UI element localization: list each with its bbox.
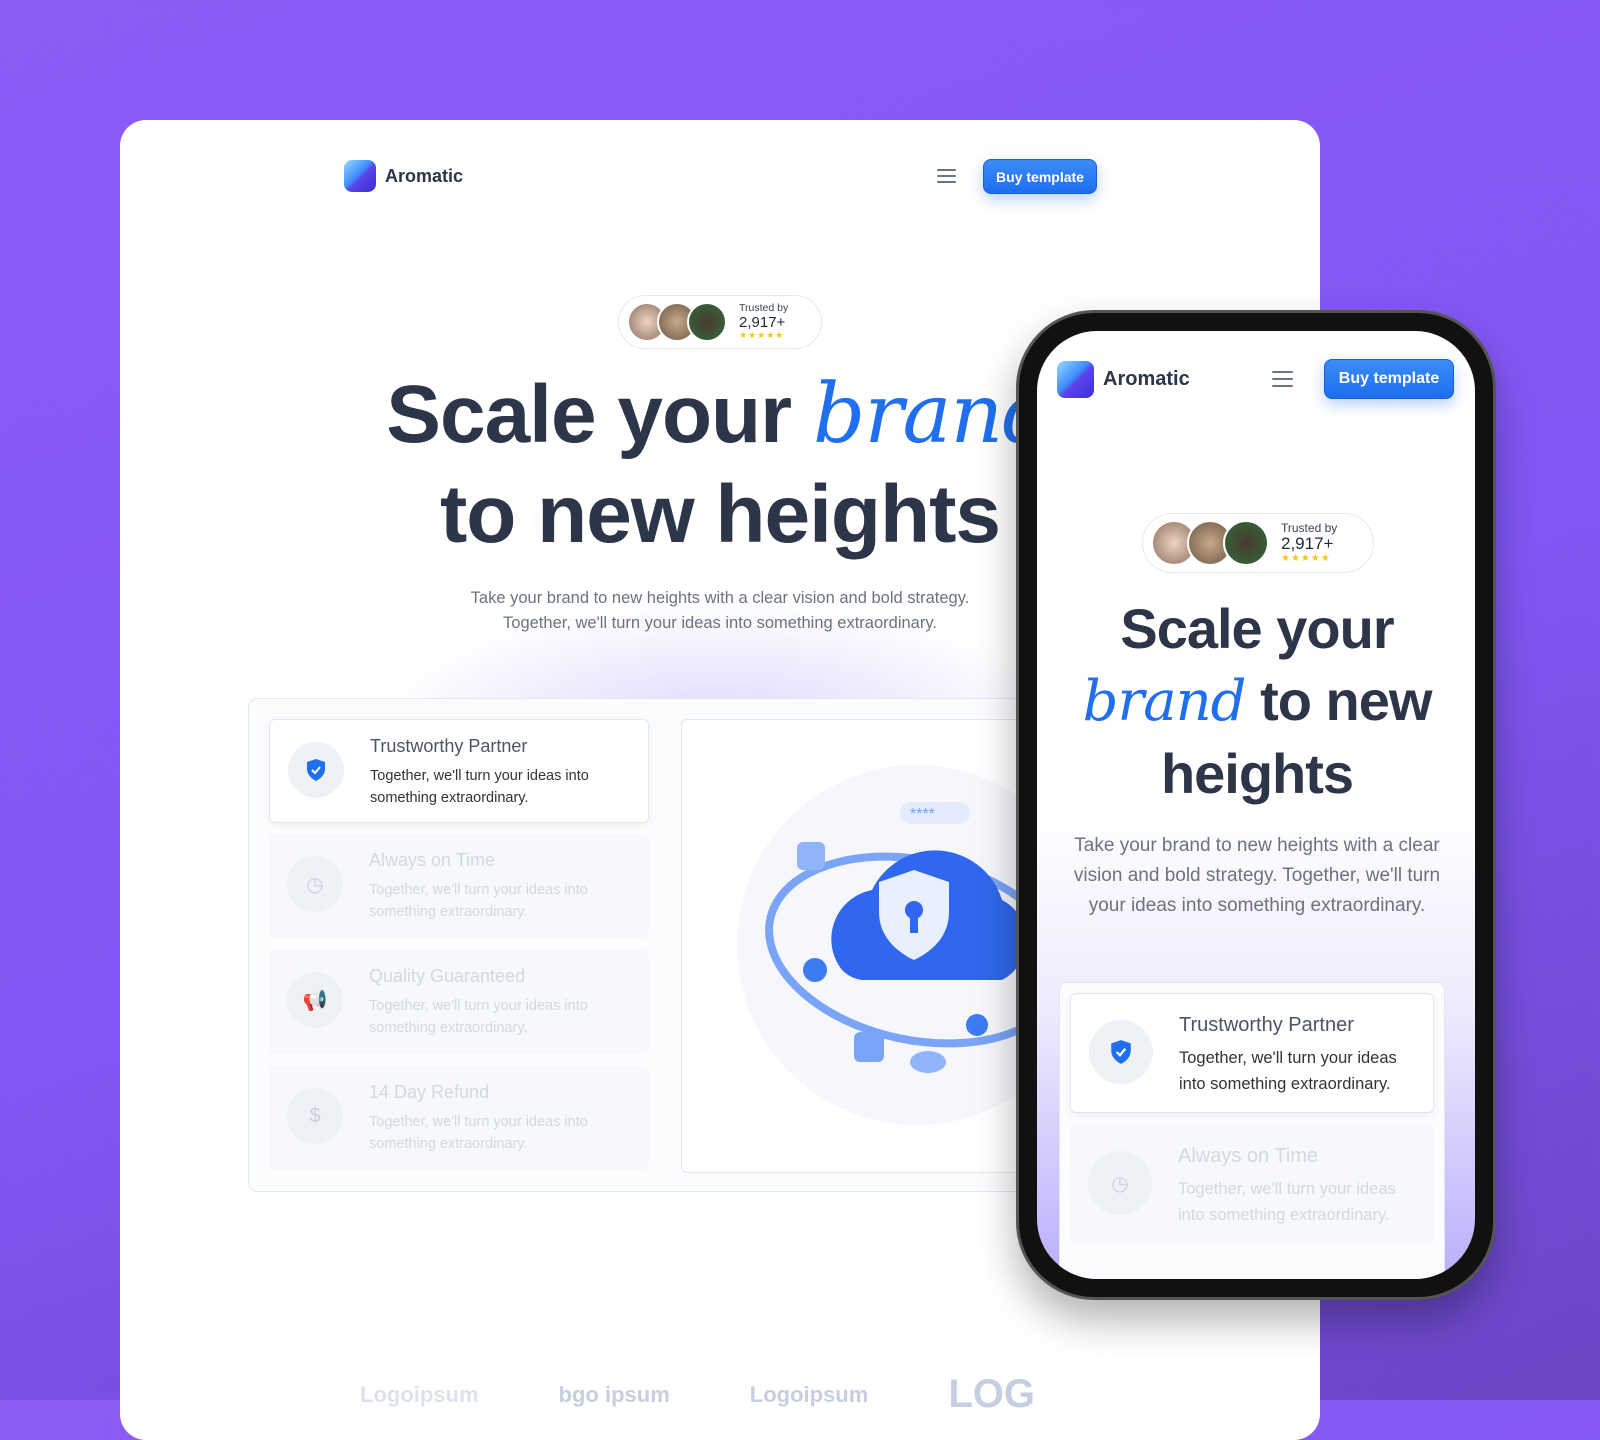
trusted-count: 2,917+ (1281, 533, 1334, 553)
partner-logo: LOG (948, 1372, 1035, 1416)
trusted-badge: Trusted by 2,917+ ★★★★★ (1142, 513, 1374, 573)
partner-logos: Logoipsum bgo ipsum Logoipsum LOG (360, 1372, 1035, 1417)
feature-card[interactable]: $ 14 Day Refund Together, we'll turn your… (269, 1066, 649, 1170)
feature-card[interactable]: Trustworthy Partner Together, we'll turn … (1070, 993, 1434, 1113)
avatar (1223, 520, 1269, 566)
mobile-preview: Aromatic Buy template Trusted by 2,917+ … (1016, 310, 1496, 1300)
hero-headline: Scale your brand to new heights (1082, 597, 1433, 805)
trusted-label: Trusted by (1281, 520, 1338, 535)
logo-icon (344, 160, 376, 192)
trusted-count: 2,917+ (739, 313, 786, 331)
logo-icon (1057, 361, 1094, 398)
megaphone-icon: 📢 (287, 972, 343, 1028)
star-rating: ★★★★★ (739, 330, 785, 341)
partner-logo: Logoipsum (749, 1381, 869, 1407)
star-rating: ★★★★★ (1281, 553, 1331, 565)
buy-template-button[interactable]: Buy template (1324, 359, 1454, 399)
clock-icon: ◷ (287, 856, 343, 912)
hero-subtitle: Take your brand to new heights with a cl… (1073, 835, 1441, 916)
brand-logo[interactable]: Aromatic (344, 160, 463, 192)
partner-logo: bgo ipsum (558, 1381, 670, 1407)
avatar (687, 302, 727, 342)
shield-check-icon (288, 742, 344, 798)
menu-icon[interactable] (937, 169, 956, 183)
shield-check-icon (1089, 1020, 1153, 1084)
feature-card[interactable]: ◷ Always on Time Together, we'll turn you… (269, 834, 649, 938)
feature-card[interactable]: 📢 Quality Guaranteed Together, we'll turn… (269, 950, 649, 1054)
buy-template-button[interactable]: Buy template (983, 159, 1097, 194)
feature-card[interactable]: ◷ Always on Time Together, we'll turn you… (1070, 1125, 1434, 1245)
feature-card[interactable]: Trustworthy Partner Together, we'll turn … (269, 719, 649, 823)
features-panel: Trustworthy Partner Together, we'll turn … (1059, 982, 1445, 1279)
clock-icon: ◷ (1088, 1151, 1152, 1215)
brand-name: Aromatic (385, 165, 464, 186)
brand-name: Aromatic (1103, 368, 1190, 390)
menu-icon[interactable] (1272, 371, 1293, 387)
password-mask: **** (910, 806, 935, 823)
trusted-badge: Trusted by 2,917+ ★★★★★ (618, 295, 822, 349)
trusted-label: Trusted by (739, 302, 789, 315)
features-panel: Trustworthy Partner Together, we'll turn … (248, 698, 1151, 1192)
dollar-icon: $ (287, 1088, 343, 1144)
partner-logo: Logoipsum (360, 1381, 479, 1407)
brand-logo[interactable]: Aromatic (1057, 361, 1190, 398)
